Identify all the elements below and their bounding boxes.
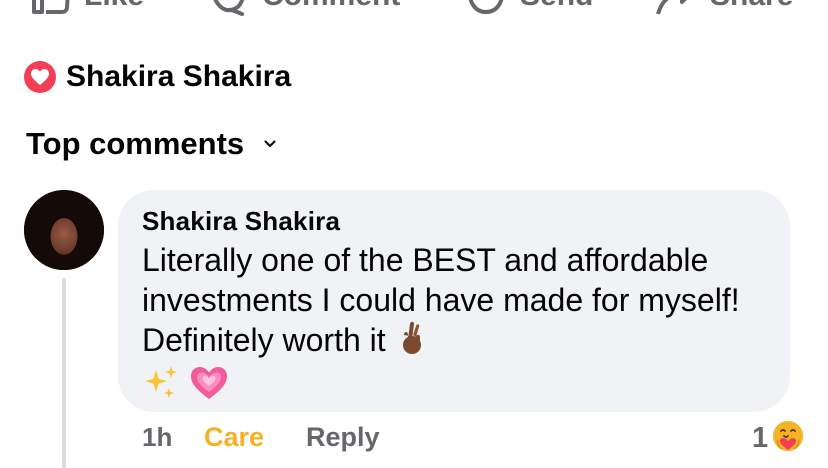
post-action-bar: Like Comment Send Share — [0, 0, 828, 16]
send-icon — [466, 0, 506, 16]
chevron-down-icon — [264, 135, 276, 153]
comment-icon — [208, 0, 248, 16]
comment-meta-row: 1h Care Reply — [142, 422, 380, 453]
comment-button[interactable]: Comment — [208, 0, 400, 16]
comment-bubble[interactable]: Shakira Shakira Literally one of the BES… — [118, 190, 790, 412]
thread-line — [62, 278, 66, 468]
reacted-user-name: Shakira Shakira — [66, 60, 292, 93]
sparkles-emoji — [142, 364, 180, 411]
comment-sort-label: Top comments — [26, 126, 245, 161]
reaction-count[interactable]: 1 — [752, 420, 804, 457]
send-label: Send — [520, 0, 593, 13]
reply-button[interactable]: Reply — [306, 422, 380, 453]
crossed-fingers-emoji — [395, 321, 427, 364]
comment-label: Comment — [262, 0, 400, 13]
reaction-count-number: 1 — [752, 422, 769, 454]
comment-text: Literally one of the BEST and affordable… — [142, 242, 740, 358]
like-button[interactable]: Like — [32, 0, 144, 16]
comment-author[interactable]: Shakira Shakira — [142, 206, 340, 237]
care-reaction-icon — [772, 420, 804, 457]
comment-timestamp[interactable]: 1h — [142, 422, 204, 453]
comment-sort-dropdown[interactable]: Top comments — [26, 126, 276, 162]
reacted-user-line[interactable]: Shakira Shakira — [24, 60, 291, 94]
share-label: Share — [710, 0, 793, 13]
comment-text-block: Literally one of the BEST and affordable… — [142, 240, 772, 411]
love-reaction-icon — [24, 61, 56, 93]
care-reaction-button[interactable]: Care — [204, 422, 306, 453]
share-icon — [656, 0, 696, 16]
share-button[interactable]: Share — [656, 0, 793, 16]
growing-heart-emoji — [189, 365, 229, 410]
like-icon — [32, 0, 70, 14]
like-label: Like — [84, 0, 144, 13]
avatar[interactable] — [24, 190, 104, 270]
send-button[interactable]: Send — [466, 0, 593, 16]
